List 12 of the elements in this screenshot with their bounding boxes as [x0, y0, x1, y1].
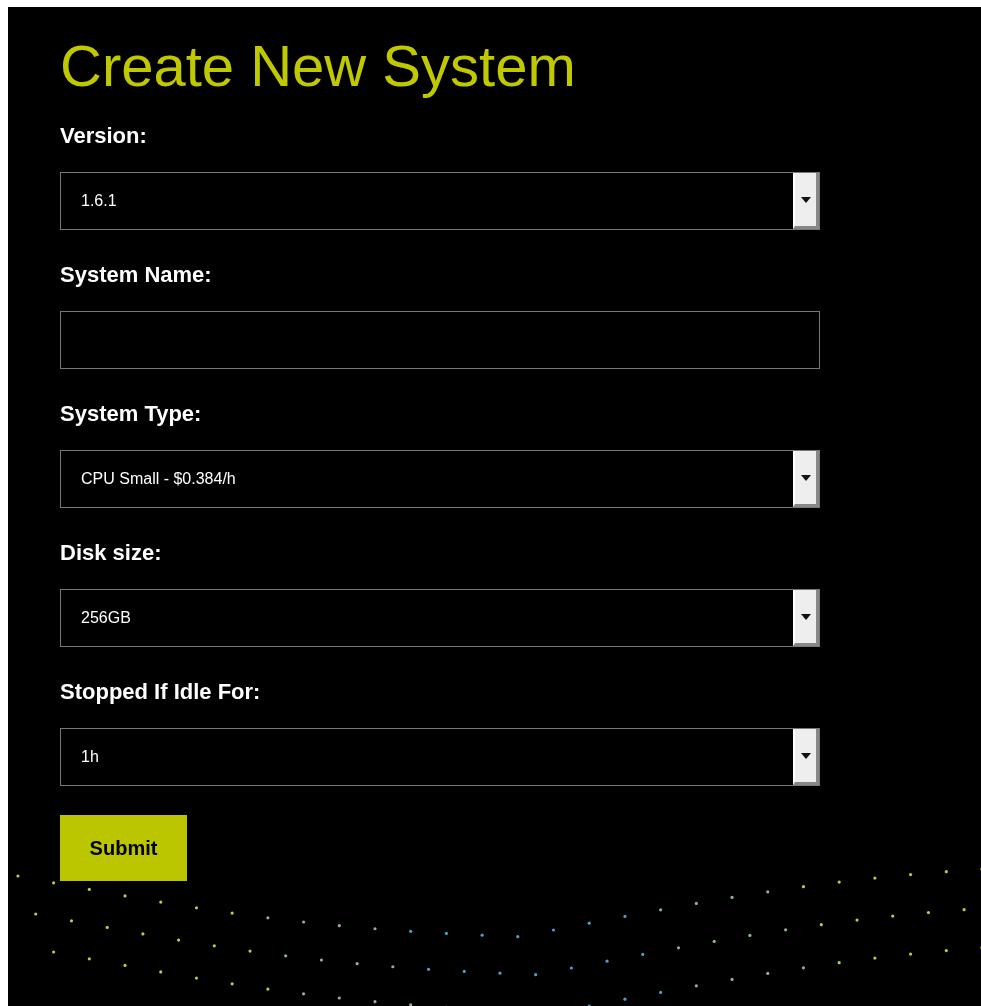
field-label: Stopped If Idle For:: [60, 679, 262, 705]
dropdown[interactable]: 1h: [60, 728, 820, 786]
input-field[interactable]: [60, 311, 820, 369]
page-title: Create New System: [60, 32, 577, 100]
dropdown[interactable]: 256GB: [60, 589, 820, 647]
dropdown[interactable]: 1.6.1: [60, 172, 820, 230]
field-label: System Name:: [60, 262, 213, 288]
field-label: System Type:: [60, 401, 203, 427]
dropdown[interactable]: CPU Small - $0.384/h: [60, 450, 820, 508]
field-label: Disk size:: [60, 540, 163, 566]
field-label: Version:: [60, 123, 148, 149]
submit-button[interactable]: Submit: [60, 815, 187, 881]
